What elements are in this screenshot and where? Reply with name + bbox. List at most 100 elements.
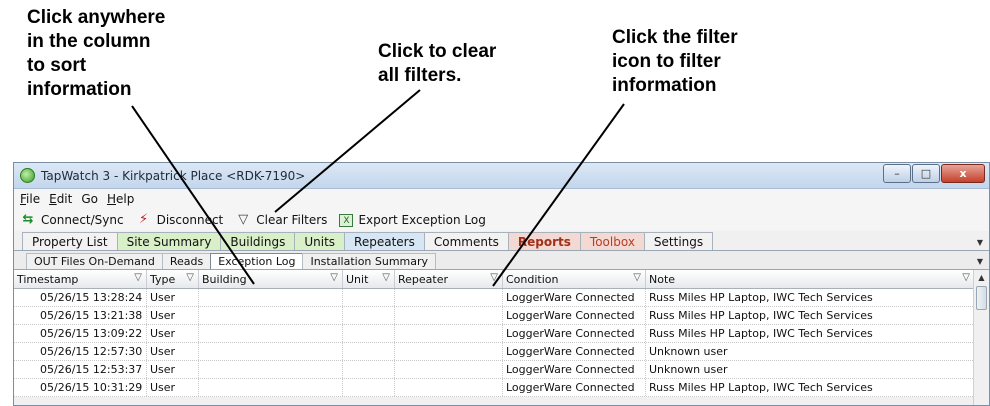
table-row[interactable]: 05/26/15 12:53:37 User LoggerWare Connecte… (14, 361, 989, 379)
cell-repeater (395, 379, 503, 396)
report-subtab-bar: OUT Files On-Demand Reads Exception Log … (14, 251, 989, 270)
cell-note: Russ Miles HP Laptop, IWC Tech Services (646, 307, 975, 324)
table-row[interactable]: 05/26/15 13:09:22 User LoggerWare Connecte… (14, 325, 989, 343)
cell-unit (343, 361, 395, 378)
filter-icon[interactable]: ▽ (134, 272, 142, 283)
cell-repeater (395, 343, 503, 360)
cell-type: User (147, 361, 199, 378)
tab-buildings[interactable]: Buildings (220, 232, 296, 250)
tab-toolbox[interactable]: Toolbox (579, 232, 645, 250)
cell-unit (343, 307, 395, 324)
cell-note: Unknown user (646, 343, 975, 360)
cell-building (199, 289, 343, 306)
subtab-out-files-on-demand[interactable]: OUT Files On-Demand (26, 253, 163, 269)
subtab-installation-summary[interactable]: Installation Summary (302, 253, 437, 269)
cell-note: Russ Miles HP Laptop, IWC Tech Services (646, 289, 975, 306)
tab-property-list[interactable]: Property List (22, 232, 118, 250)
scroll-up-arrow-icon[interactable]: ▲ (974, 270, 989, 286)
filter-icon[interactable]: ▽ (962, 272, 970, 283)
menu-go[interactable]: Go (81, 192, 98, 206)
filter-icon[interactable]: ▽ (382, 272, 390, 283)
disconnect-label: Disconnect (156, 213, 224, 227)
cell-building (199, 325, 343, 342)
filter-icon[interactable]: ▽ (490, 272, 498, 283)
tab-units[interactable]: Units (294, 232, 346, 250)
scroll-thumb[interactable] (976, 286, 987, 310)
tab-site-summary[interactable]: Site Summary (116, 232, 222, 250)
cell-building (199, 361, 343, 378)
maximize-button[interactable]: □ (912, 164, 940, 183)
tab-reports[interactable]: Reports (507, 232, 581, 250)
column-header-note[interactable]: Note ▽ (646, 270, 975, 288)
close-button[interactable]: x (941, 164, 985, 183)
column-header-type[interactable]: Type ▽ (147, 270, 199, 288)
menu-help[interactable]: Help (107, 192, 134, 206)
title-bar[interactable]: TapWatch 3 - Kirkpatrick Place <RDK-7190… (14, 163, 989, 189)
cell-type: User (147, 325, 199, 342)
cell-unit (343, 325, 395, 342)
callout-clear-filters: Click to clear all filters. (378, 41, 497, 86)
cell-building (199, 379, 343, 396)
table-row[interactable]: 05/26/15 13:21:38 User LoggerWare Connecte… (14, 307, 989, 325)
grid-body: 05/26/15 13:28:24 User LoggerWare Connecte… (14, 289, 989, 397)
connect-sync-label: Connect/Sync (41, 213, 124, 227)
column-header-building[interactable]: Building ▽ (199, 270, 343, 288)
cell-timestamp: 05/26/15 13:21:38 (14, 307, 147, 324)
cell-condition: LoggerWare Connected (503, 307, 646, 324)
window-controls: – □ x (882, 164, 985, 183)
table-row[interactable]: 05/26/15 13:28:24 User LoggerWare Connecte… (14, 289, 989, 307)
cell-unit (343, 343, 395, 360)
column-header-unit[interactable]: Unit ▽ (343, 270, 395, 288)
filter-icon[interactable]: ▽ (330, 272, 338, 283)
filter-icon[interactable]: ▽ (633, 272, 641, 283)
grid-header-row: Timestamp ▽ Type ▽ Building ▽ Unit ▽ Repeate… (14, 270, 989, 289)
cell-repeater (395, 361, 503, 378)
column-header-repeater[interactable]: Repeater ▽ (395, 270, 503, 288)
cell-condition: LoggerWare Connected (503, 289, 646, 306)
cell-building (199, 343, 343, 360)
tab-overflow-chevron-icon[interactable]: ▼ (977, 238, 983, 247)
tab-comments[interactable]: Comments (423, 232, 509, 250)
vertical-scrollbar[interactable]: ▲ (973, 270, 989, 405)
window-title: TapWatch 3 - Kirkpatrick Place <RDK-7190… (41, 168, 306, 183)
main-tab-bar: Property List Site Summary Buildings Uni… (14, 231, 989, 251)
cell-unit (343, 289, 395, 306)
cell-type: User (147, 379, 199, 396)
column-header-timestamp[interactable]: Timestamp ▽ (14, 270, 147, 288)
minimize-button[interactable]: – (883, 164, 911, 183)
clear-filters-button[interactable]: ▽ Clear Filters (235, 212, 328, 228)
cell-repeater (395, 307, 503, 324)
cell-type: User (147, 343, 199, 360)
cell-timestamp: 05/26/15 12:53:37 (14, 361, 147, 378)
callout-sort-instructions: Click anywhere in the column to sort inf… (27, 7, 166, 100)
export-label: Export Exception Log (358, 213, 486, 227)
column-header-condition[interactable]: Condition ▽ (503, 270, 646, 288)
table-row[interactable]: 05/26/15 10:31:29 User LoggerWare Connecte… (14, 379, 989, 397)
subtab-reads[interactable]: Reads (161, 253, 212, 269)
table-row[interactable]: 05/26/15 12:57:30 User LoggerWare Connecte… (14, 343, 989, 361)
cell-note: Russ Miles HP Laptop, IWC Tech Services (646, 325, 975, 342)
disconnect-icon: ⚡ (139, 212, 149, 227)
subtab-exception-log[interactable]: Exception Log (210, 253, 304, 269)
cell-timestamp: 05/26/15 12:57:30 (14, 343, 147, 360)
disconnect-button[interactable]: ⚡ Disconnect (136, 212, 224, 228)
tab-repeaters[interactable]: Repeaters (344, 232, 425, 250)
cell-condition: LoggerWare Connected (503, 343, 646, 360)
menu-edit[interactable]: Edit (49, 192, 72, 206)
cell-unit (343, 379, 395, 396)
tab-settings[interactable]: Settings (643, 232, 714, 250)
export-exception-log-button[interactable]: X Export Exception Log (339, 213, 486, 227)
subtab-overflow-chevron-icon[interactable]: ▼ (977, 257, 983, 266)
exception-log-grid: Timestamp ▽ Type ▽ Building ▽ Unit ▽ Repeate… (14, 270, 989, 405)
cell-type: User (147, 307, 199, 324)
cell-repeater (395, 325, 503, 342)
filter-funnel-icon: ▽ (238, 212, 249, 227)
cell-note: Unknown user (646, 361, 975, 378)
cell-timestamp: 05/26/15 13:09:22 (14, 325, 147, 342)
excel-export-icon: X (339, 213, 354, 227)
cell-condition: LoggerWare Connected (503, 361, 646, 378)
menu-file[interactable]: File (20, 192, 40, 206)
clear-filters-label: Clear Filters (256, 213, 328, 227)
filter-icon[interactable]: ▽ (186, 272, 194, 283)
connect-sync-button[interactable]: ⇆ Connect/Sync (20, 213, 124, 228)
